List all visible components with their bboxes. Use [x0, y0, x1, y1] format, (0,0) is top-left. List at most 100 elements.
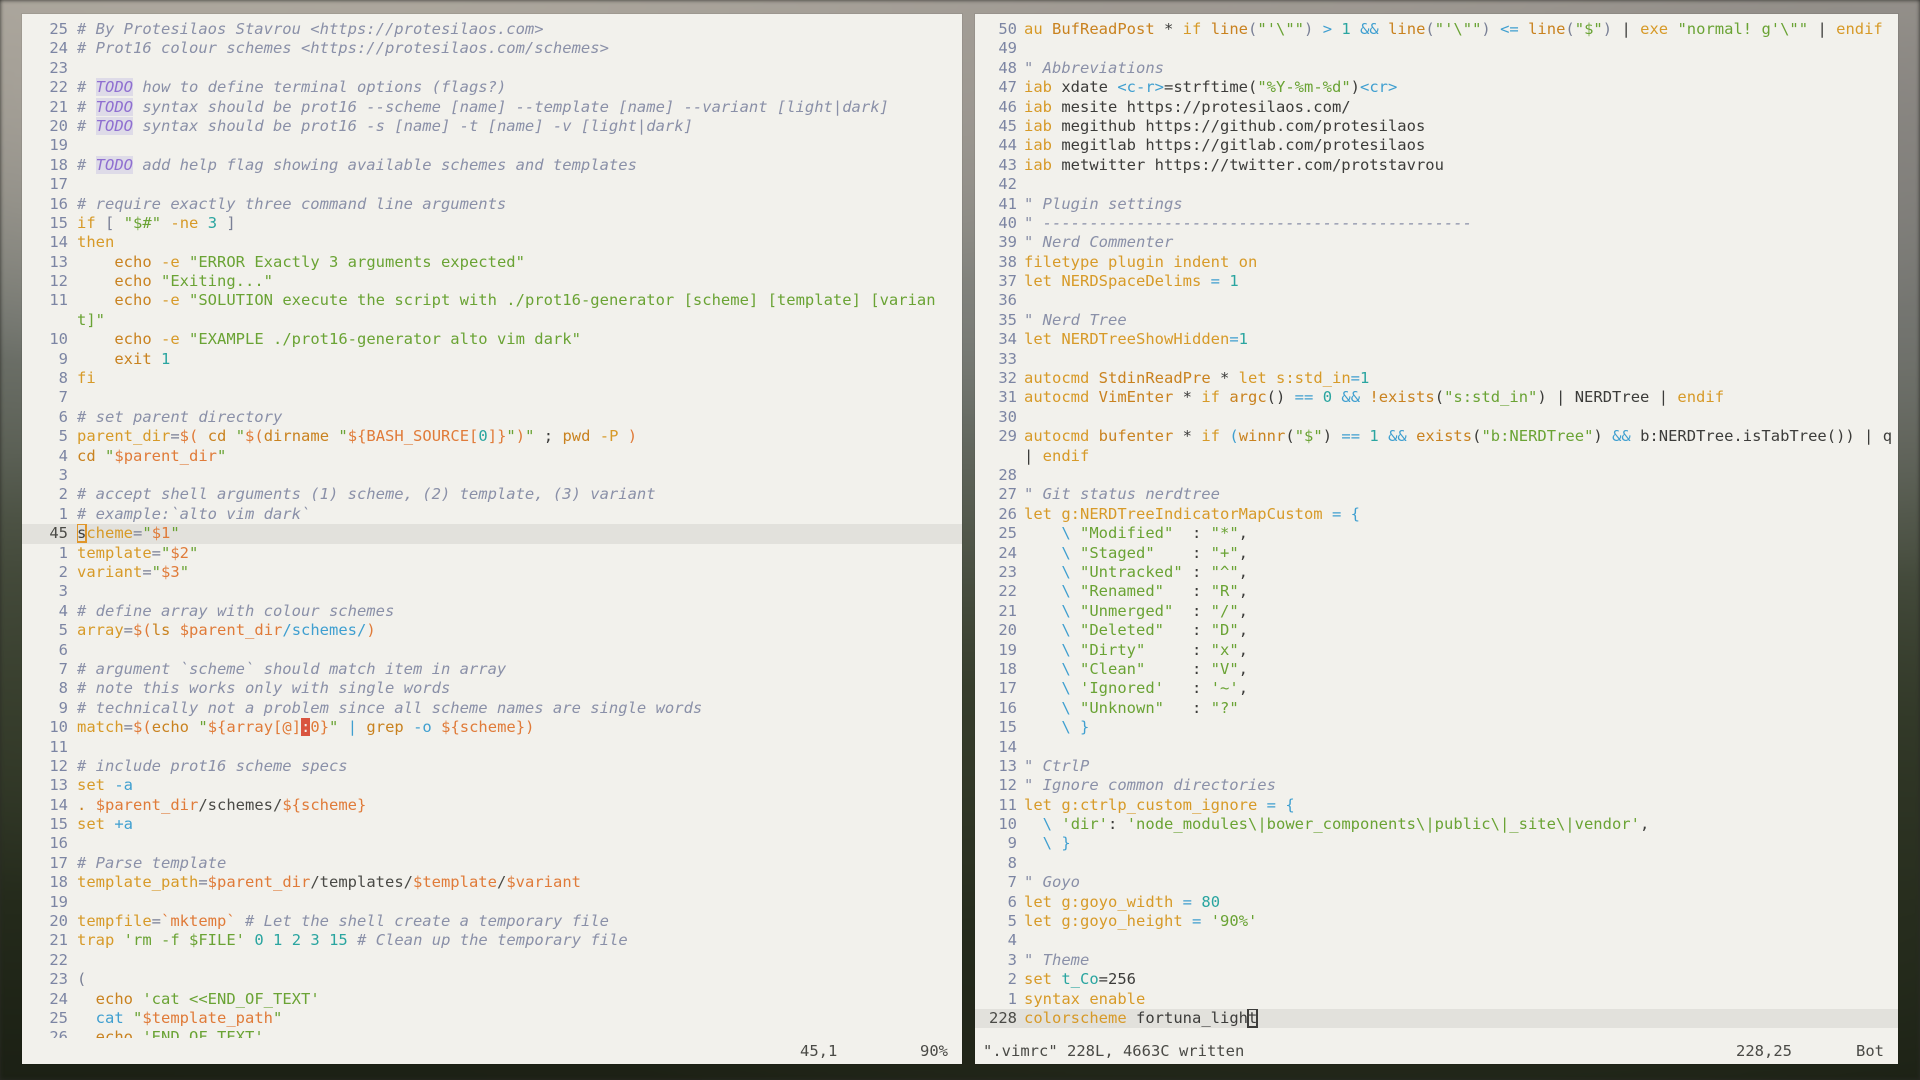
code-line[interactable]: 48 " Abbreviations [975, 59, 1898, 78]
code-line[interactable]: 19 [22, 893, 962, 912]
code-line[interactable]: 40 " ------------------------------------… [975, 214, 1898, 233]
code-line[interactable]: 12 " Ignore common directories [975, 776, 1898, 795]
code-line[interactable]: 26 let g:NERDTreeIndicatorMapCustom = { [975, 505, 1898, 524]
code-line[interactable]: 41 " Plugin settings [975, 195, 1898, 214]
code-line[interactable]: 23 ( [22, 970, 962, 989]
code-line[interactable]: 17 \ 'Ignored' : '~', [975, 679, 1898, 698]
code-line[interactable]: 45 iab megithub https://github.com/protes… [975, 117, 1898, 136]
code-line[interactable]: 12 # include prot16 scheme specs [22, 757, 962, 776]
code-line[interactable]: 3 " Theme [975, 951, 1898, 970]
code-line[interactable]: 13 echo -e "ERROR Exactly 3 arguments ex… [22, 253, 962, 272]
code-line[interactable]: 15 if [ "$#" -ne 3 ] [22, 214, 962, 233]
code-line[interactable]: 21 \ "Unmerged" : "/", [975, 602, 1898, 621]
code-line[interactable]: 24 echo 'cat <<END_OF_TEXT' [22, 990, 962, 1009]
code-line[interactable]: 5 parent_dir=$( cd "$(dirname "${BASH_SOU… [22, 427, 962, 446]
code-line[interactable]: 46 iab mesite https://protesilaos.com/ [975, 98, 1898, 117]
code-line[interactable]: 20 tempfile=`mktemp` # Let the shell crea… [22, 912, 962, 931]
code-line[interactable]: 1 template="$2" [22, 544, 962, 563]
code-line-current[interactable]: 45 scheme="$1" [22, 524, 962, 544]
code-line[interactable]: 22 # TODO how to define terminal options … [22, 78, 962, 97]
code-line[interactable]: 12 echo "Exiting..." [22, 272, 962, 291]
code-line-current[interactable]: 228 colorscheme fortuna_light [975, 1008, 1898, 1029]
code-line[interactable]: 25 \ "Modified" : "*", [975, 524, 1898, 543]
code-line[interactable]: 6 let g:goyo_width = 80 [975, 893, 1898, 912]
code-line[interactable]: 24 # Prot16 colour schemes <https://prote… [22, 39, 962, 58]
code-line[interactable]: 2 variant="$3" [22, 563, 962, 582]
code-line[interactable]: 42 [975, 175, 1898, 194]
code-line[interactable]: 11 echo -e "SOLUTION execute the script … [22, 291, 962, 330]
code-line[interactable]: 2 # accept shell arguments (1) scheme, (2… [22, 485, 962, 504]
code-line[interactable]: 49 [975, 39, 1898, 58]
code-line[interactable]: 27 " Git status nerdtree [975, 485, 1898, 504]
code-line[interactable]: 6 # set parent directory [22, 408, 962, 427]
code-line[interactable]: 9 \ } [975, 834, 1898, 853]
code-line[interactable]: 30 [975, 408, 1898, 427]
code-line[interactable]: 22 [22, 951, 962, 970]
code-line[interactable]: 43 iab metwitter https://twitter.com/prot… [975, 156, 1898, 175]
code-line[interactable]: 13 " CtrlP [975, 757, 1898, 776]
code-line[interactable]: 33 [975, 350, 1898, 369]
code-line[interactable]: 17 # Parse template [22, 854, 962, 873]
code-line[interactable]: 23 \ "Untracked" : "^", [975, 563, 1898, 582]
code-line[interactable]: 38 filetype plugin indent on [975, 253, 1898, 272]
code-line[interactable]: 21 # TODO syntax should be prot16 --schem… [22, 97, 962, 117]
code-line[interactable]: 20 \ "Deleted" : "D", [975, 621, 1898, 640]
code-line[interactable]: 7 " Goyo [975, 873, 1898, 892]
code-line[interactable]: 24 \ "Staged" : "+", [975, 544, 1898, 563]
code-line[interactable]: 47 iab xdate <c-r>=strftime("%Y-%m-%d")<c… [975, 78, 1898, 97]
code-line[interactable]: 5 let g:goyo_height = '90%' [975, 912, 1898, 931]
code-line[interactable]: 4 # define array with colour schemes [22, 602, 962, 621]
code-line[interactable]: 19 [22, 136, 962, 155]
code-line[interactable]: 17 [22, 175, 962, 194]
code-line[interactable]: 14. $parent_dir/schemes/${scheme} [22, 796, 962, 815]
code-line[interactable]: 34 let NERDTreeShowHidden=1 [975, 330, 1898, 349]
code-line[interactable]: 19 \ "Dirty" : "x", [975, 641, 1898, 660]
code-line[interactable]: 21 trap 'rm -f $FILE' 0 1 2 3 15 # Clean … [22, 931, 962, 950]
code-line[interactable]: 9 exit 1 [22, 350, 962, 369]
code-line[interactable]: 18 \ "Clean" : "V", [975, 660, 1898, 679]
code-line[interactable]: 44 iab megitlab https://gitlab.com/protes… [975, 136, 1898, 155]
code-buffer-left[interactable]: 25 # By Protesilaos Stavrou <https://prot… [22, 14, 962, 1038]
code-buffer-right[interactable]: 50 au BufReadPost * if line("'\"") > 1 &&… [975, 14, 1898, 1038]
code-line[interactable]: 7 # argument `scheme` should match item i… [22, 660, 962, 679]
code-line[interactable]: 26 echo 'END_OF_TEXT' [22, 1028, 962, 1038]
code-line[interactable]: 39 " Nerd Commenter [975, 233, 1898, 252]
code-line[interactable]: 8 # note this works only with single word… [22, 679, 962, 698]
code-line[interactable]: 1 # example:`alto vim dark` [22, 505, 962, 524]
code-line[interactable]: 37 let NERDSpaceDelims = 1 [975, 272, 1898, 291]
code-line[interactable]: 18 # TODO add help flag showing available… [22, 155, 962, 175]
code-line[interactable]: 3 [22, 466, 962, 485]
code-line[interactable]: 10 echo -e "EXAMPLE ./prot16-generator a… [22, 330, 962, 349]
code-line[interactable]: 29 autocmd bufenter * if (winnr("$") == 1… [975, 427, 1898, 466]
code-line[interactable]: 8 fi [22, 369, 962, 388]
code-line[interactable]: 11 [22, 738, 962, 757]
code-line[interactable]: 6 [22, 641, 962, 660]
code-line[interactable]: 8 [975, 854, 1898, 873]
code-line[interactable]: 32 autocmd StdinReadPre * let s:std_in=1 [975, 369, 1898, 388]
vim-window-left[interactable]: 25 # By Protesilaos Stavrou <https://prot… [22, 14, 962, 1064]
vim-window-right[interactable]: 50 au BufReadPost * if line("'\"") > 1 &&… [975, 14, 1898, 1064]
code-line[interactable]: 4 cd "$parent_dir" [22, 447, 962, 466]
code-line[interactable]: 10 \ 'dir': 'node_modules\|bower_compone… [975, 815, 1898, 834]
code-line[interactable]: 14 [975, 738, 1898, 757]
code-line[interactable]: 23 [22, 59, 962, 78]
code-line[interactable]: 11 let g:ctrlp_custom_ignore = { [975, 796, 1898, 815]
code-line[interactable]: 28 [975, 466, 1898, 485]
code-line[interactable]: 5 array=$(ls $parent_dir/schemes/) [22, 621, 962, 640]
code-line[interactable]: 14 then [22, 233, 962, 252]
code-line[interactable]: 20 # TODO syntax should be prot16 -s [nam… [22, 116, 962, 136]
code-line[interactable]: 1 syntax enable [975, 990, 1898, 1009]
code-line[interactable]: 2 set t_Co=256 [975, 970, 1898, 989]
code-line[interactable]: 15 \ } [975, 718, 1898, 737]
code-line[interactable]: 35 " Nerd Tree [975, 311, 1898, 330]
code-line[interactable]: 7 [22, 388, 962, 407]
code-line[interactable]: 25 cat "$template_path" [22, 1009, 962, 1028]
code-line[interactable]: 3 [22, 582, 962, 601]
code-line[interactable]: 22 \ "Renamed" : "R", [975, 582, 1898, 601]
code-line[interactable]: 50 au BufReadPost * if line("'\"") > 1 &&… [975, 20, 1898, 39]
code-line[interactable]: 36 [975, 291, 1898, 310]
code-line[interactable]: 16 # require exactly three command line a… [22, 195, 962, 214]
code-line[interactable]: 25 # By Protesilaos Stavrou <https://prot… [22, 20, 962, 39]
code-line[interactable]: 9 # technically not a problem since all s… [22, 699, 962, 718]
code-line[interactable]: 4 [975, 931, 1898, 950]
